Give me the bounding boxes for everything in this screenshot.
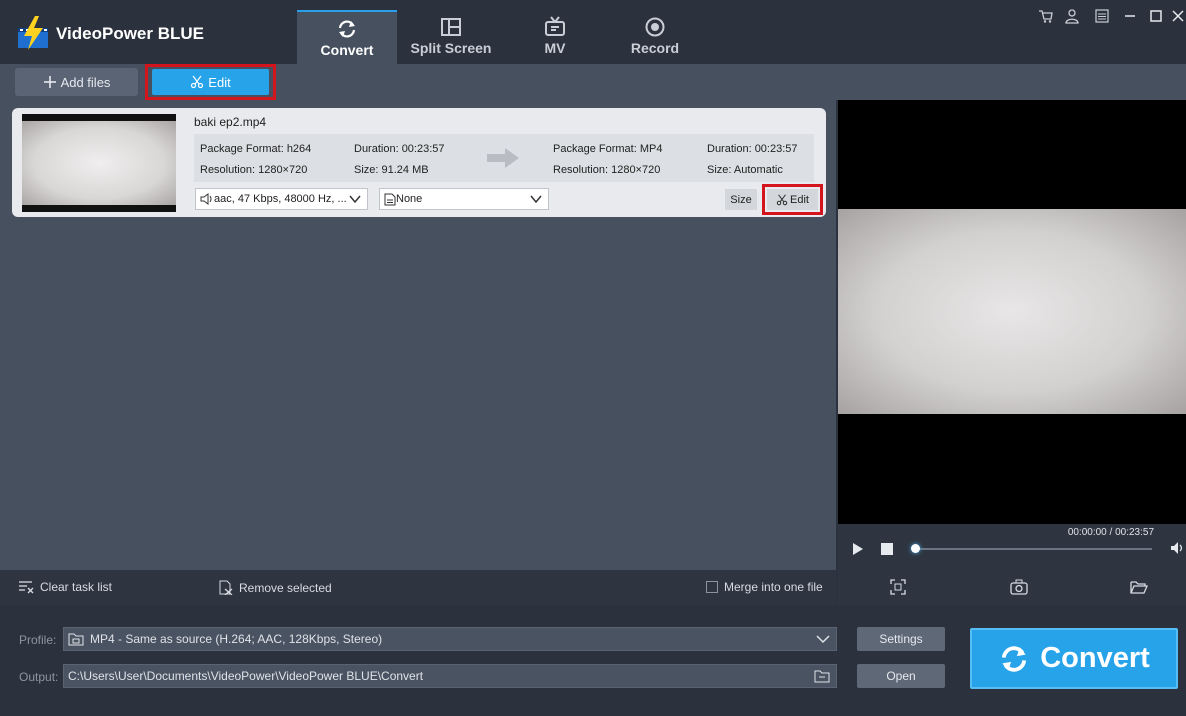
seek-handle[interactable] — [911, 544, 920, 553]
target-resolution: Resolution: 1280×720 — [553, 164, 661, 176]
record-icon — [645, 17, 665, 37]
output-label: Output: — [19, 670, 59, 684]
convert-label: Convert — [1040, 642, 1150, 674]
scissors-icon — [191, 75, 204, 89]
browse-folder-icon[interactable] — [814, 669, 830, 683]
task-edit-button[interactable]: Edit — [767, 189, 818, 210]
task-item[interactable]: baki ep2.mp4 Package Format: h264 Durati… — [12, 108, 826, 217]
target-package-format: Package Format: MP4 — [553, 143, 663, 155]
tab-split-screen-label: Split Screen — [410, 40, 492, 56]
format-info: Package Format: h264 Duration: 00:23:57 … — [194, 134, 814, 182]
merge-checkbox-box[interactable] — [706, 581, 718, 593]
scissors-icon — [776, 194, 788, 205]
camera-icon[interactable] — [1010, 579, 1028, 595]
arrow-right-icon — [487, 148, 519, 168]
tab-record-label: Record — [630, 40, 680, 56]
audio-track-value: aac, 47 Kbps, 48000 Hz, ... — [214, 193, 347, 205]
preview-frame — [838, 209, 1186, 414]
profile-folder-icon — [68, 633, 84, 646]
convert-button[interactable]: Convert — [970, 628, 1178, 689]
remove-file-icon — [219, 580, 233, 595]
settings-button[interactable]: Settings — [857, 627, 945, 651]
chevron-down-icon — [530, 195, 542, 204]
output-path-value: C:\Users\User\Documents\VideoPower\Video… — [68, 669, 424, 683]
output-path-field[interactable]: C:\Users\User\Documents\VideoPower\Video… — [63, 664, 837, 688]
clear-task-list-button[interactable]: Clear task list — [18, 580, 112, 594]
app-title: VideoPower BLUE — [56, 24, 204, 43]
cart-icon[interactable] — [1038, 8, 1054, 24]
target-size: Size: Automatic — [707, 164, 783, 176]
seek-bar[interactable] — [914, 548, 1152, 550]
app-logo-icon — [18, 16, 48, 50]
target-duration: Duration: 00:23:57 — [707, 143, 798, 155]
remove-selected-label: Remove selected — [239, 580, 332, 595]
tab-convert-label: Convert — [320, 42, 374, 58]
tab-split-screen[interactable]: Split Screen — [401, 10, 501, 64]
document-icon — [384, 193, 396, 205]
output-settings: Profile: MP4 - Same as source (H.264; AA… — [0, 605, 1186, 716]
size-button[interactable]: Size — [725, 189, 757, 210]
file-name: baki ep2.mp4 — [194, 115, 267, 129]
chevron-down-icon — [816, 635, 830, 644]
source-package-format: Package Format: h264 — [200, 143, 312, 155]
source-resolution: Resolution: 1280×720 — [200, 164, 308, 176]
edit-button[interactable]: Edit — [152, 69, 269, 95]
tab-mv-label: MV — [544, 40, 566, 56]
preview-tools — [838, 570, 1186, 605]
volume-icon[interactable] — [1170, 541, 1186, 555]
tab-convert[interactable]: Convert — [297, 10, 397, 64]
subtitle-value: None — [396, 193, 423, 205]
speaker-icon — [200, 193, 212, 205]
video-thumbnail[interactable] — [22, 114, 176, 212]
chevron-down-icon — [349, 195, 361, 204]
merge-checkbox[interactable]: Merge into one file — [706, 580, 823, 594]
stop-icon[interactable] — [881, 543, 893, 555]
minimize-icon[interactable] — [1122, 8, 1138, 24]
add-files-button[interactable]: Add files — [15, 68, 138, 96]
plus-icon — [43, 76, 56, 88]
time-readout: 00:00:00 / 00:23:57 — [1067, 527, 1154, 538]
tv-icon — [545, 16, 565, 36]
edit-label: Edit — [208, 74, 231, 90]
profile-label: Profile: — [19, 633, 57, 647]
refresh-icon — [338, 20, 356, 38]
profile-select[interactable]: MP4 - Same as source (H.264; AAC, 128Kbp… — [63, 627, 837, 651]
close-icon[interactable] — [1170, 8, 1186, 24]
clear-list-icon — [19, 581, 34, 594]
clear-task-list-label: Clear task list — [40, 580, 113, 594]
title-bar: VideoPower BLUE Convert Split Screen MV — [0, 0, 1186, 64]
refresh-icon — [1002, 645, 1027, 672]
audio-track-select[interactable]: aac, 47 Kbps, 48000 Hz, ... — [195, 188, 368, 210]
merge-label: Merge into one file — [724, 580, 823, 594]
tab-record[interactable]: Record — [605, 10, 705, 64]
play-icon[interactable] — [852, 542, 864, 556]
edit-highlight-box: Edit — [762, 184, 823, 215]
menu-icon[interactable] — [1094, 8, 1110, 24]
user-icon[interactable] — [1064, 8, 1080, 24]
remove-selected-button[interactable]: Remove selected — [219, 580, 332, 595]
player-controls: 00:00:00 / 00:23:57 — [838, 524, 1186, 570]
folder-open-icon[interactable] — [1130, 580, 1148, 594]
source-size: Size: 91.24 MB — [354, 164, 429, 176]
profile-value: MP4 - Same as source (H.264; AAC, 128Kbp… — [90, 632, 383, 646]
split-screen-icon — [441, 18, 461, 36]
video-preview — [838, 100, 1186, 570]
task-list: baki ep2.mp4 Package Format: h264 Durati… — [0, 100, 836, 570]
open-button[interactable]: Open — [857, 664, 945, 688]
task-edit-label: Edit — [790, 193, 809, 206]
add-files-label: Add files — [60, 74, 111, 90]
tab-mv[interactable]: MV — [505, 10, 605, 64]
edit-highlight-box: Edit — [145, 64, 276, 100]
fullscreen-icon[interactable] — [890, 579, 906, 595]
toolbar: Add files Edit — [0, 64, 1186, 100]
task-actions: Clear task list Remove selected Merge in… — [0, 570, 836, 605]
source-duration: Duration: 00:23:57 — [354, 143, 445, 155]
maximize-icon[interactable] — [1148, 8, 1164, 24]
subtitle-select[interactable]: None — [379, 188, 549, 210]
